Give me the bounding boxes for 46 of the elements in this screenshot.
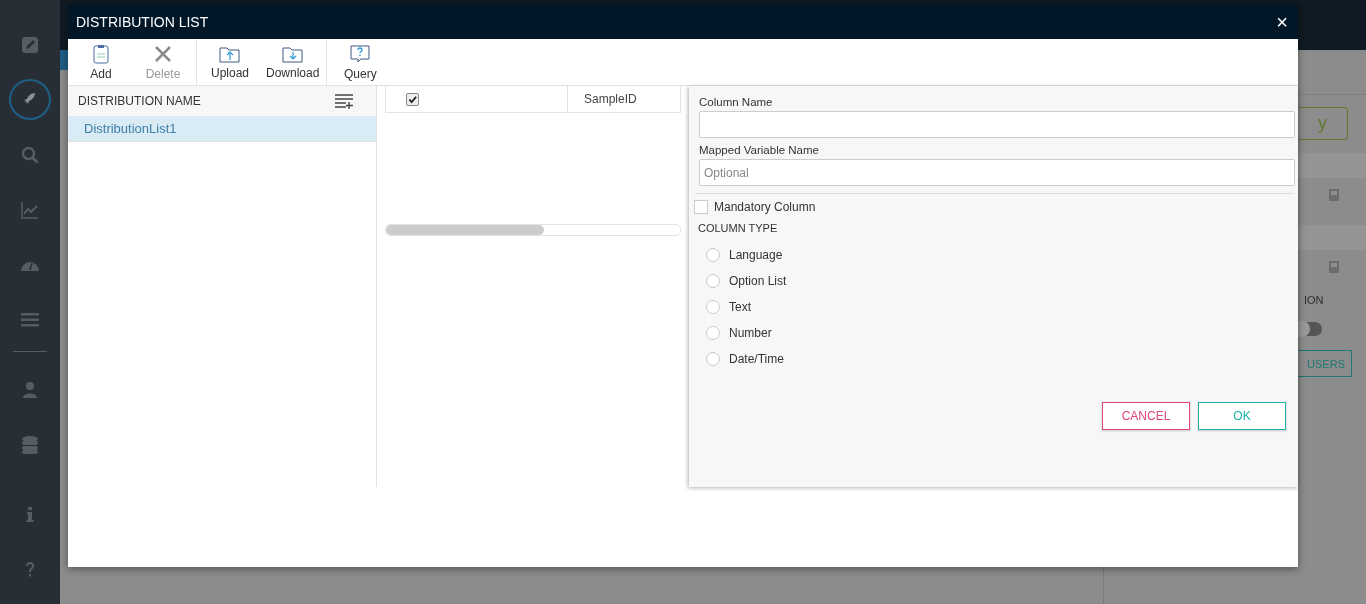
field-label: Mapped Variable Name [699, 144, 820, 156]
database-icon [20, 435, 40, 456]
radio-button[interactable] [706, 248, 720, 262]
radio-label: Number [729, 326, 772, 340]
ok-button[interactable]: OK [1198, 402, 1286, 430]
radio-button[interactable] [706, 300, 720, 314]
pencil-icon [20, 34, 40, 55]
upload-button[interactable]: Upload [199, 39, 261, 85]
cancel-button[interactable]: CANCEL [1102, 402, 1190, 430]
tab-strip [60, 50, 68, 70]
clipboard-icon [92, 43, 110, 64]
field-label: Column Name [699, 96, 774, 108]
sidebar-item[interactable] [9, 79, 51, 121]
radio-label: Date/Time [729, 352, 784, 366]
checkbox-label: Mandatory Column [714, 200, 816, 214]
radio-label: Text [729, 300, 751, 314]
close-icon [153, 43, 173, 64]
dialog-title: DISTRIBUTION LIST [76, 14, 209, 30]
document-icon[interactable] [1328, 188, 1340, 202]
radio-label: Language [729, 248, 783, 262]
folder-down-icon [281, 44, 304, 63]
document-icon[interactable] [1328, 260, 1340, 274]
checkbox[interactable] [694, 200, 708, 214]
add-list-icon[interactable] [334, 93, 354, 109]
add-button[interactable]: Add [70, 39, 132, 85]
query-button[interactable]: Query [329, 39, 392, 85]
person-icon [20, 380, 40, 401]
question-bubble-icon [349, 43, 372, 64]
radio-button[interactable] [706, 352, 720, 366]
column-header: SampleID [583, 91, 637, 108]
section-label: COLUMN TYPE [698, 222, 779, 234]
radio-label: Option List [729, 274, 787, 288]
checkbox[interactable] [406, 92, 419, 106]
radio-button[interactable] [706, 326, 720, 340]
scrollbar[interactable] [385, 224, 681, 236]
chart-icon [20, 199, 40, 220]
column-header: DISTRIBUTION NAME [78, 94, 201, 108]
section-label: ION [1303, 294, 1324, 306]
search-icon [20, 144, 40, 165]
download-button[interactable]: Download [261, 39, 325, 85]
list-item[interactable]: DistributionList1 [68, 116, 376, 142]
radio-button[interactable] [706, 274, 720, 288]
input-field[interactable]: Optional [699, 159, 1295, 186]
folder-up-icon [219, 44, 241, 63]
input-field[interactable] [699, 111, 1295, 138]
close-button[interactable]: × [1274, 12, 1290, 32]
